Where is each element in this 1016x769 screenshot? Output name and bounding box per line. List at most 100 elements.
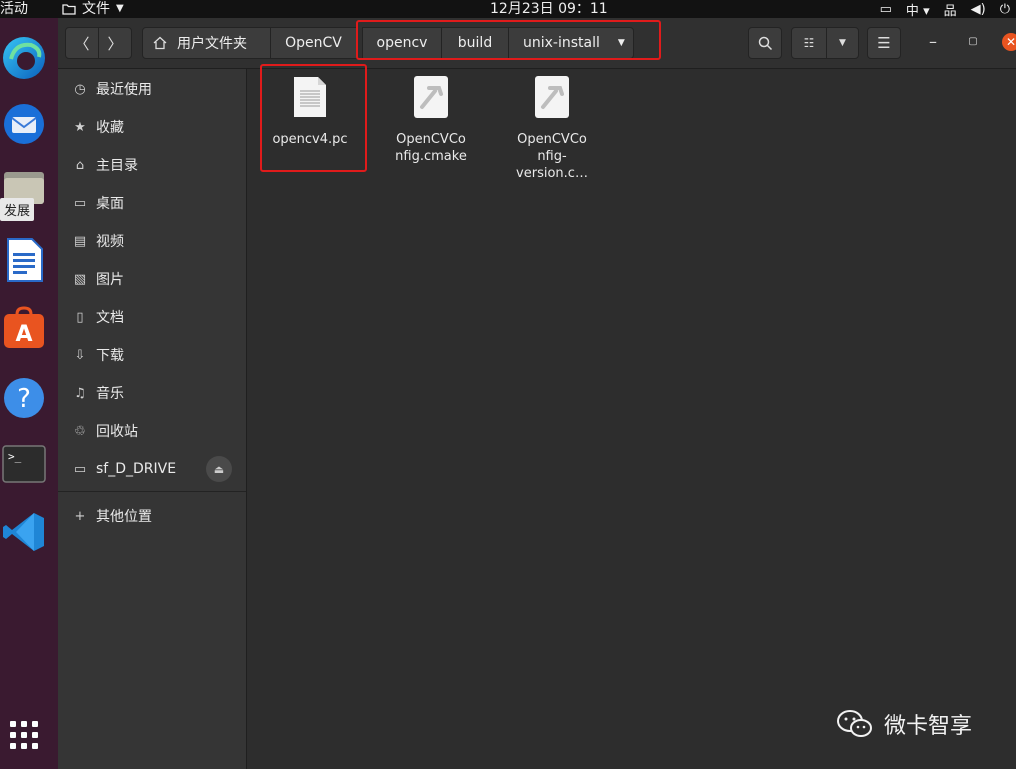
svg-text:?: ?: [17, 384, 31, 414]
breadcrumb-opencv-root[interactable]: OpenCV: [270, 27, 357, 59]
sidebar-item-label: sf_D_DRIVE: [96, 461, 177, 477]
picture-icon: ▧: [73, 271, 87, 287]
writer-icon[interactable]: [0, 236, 48, 284]
header-bar: 〈 〉 用户文件夹 OpenCV opencv build unix-insta…: [58, 18, 1016, 69]
search-button[interactable]: [748, 27, 782, 59]
cmake-file-icon: [414, 76, 448, 118]
top-panel: 活动 文件 ▼ 12月23日 09：11 ▭ 中 ▾ 品 ◀) ⏻: [0, 0, 1016, 19]
home-icon: [153, 36, 167, 50]
forward-button[interactable]: 〉: [98, 27, 132, 59]
download-icon: ⇩: [74, 347, 86, 363]
terminal-icon[interactable]: >_: [0, 440, 48, 488]
chevron-left-icon: 〈: [74, 34, 90, 53]
sidebar-item-drive[interactable]: ▭ sf_D_DRIVE ⏏: [58, 454, 246, 484]
power-icon[interactable]: ⏻: [1000, 2, 1010, 17]
home-icon: ⌂: [75, 157, 85, 173]
star-icon: ★: [74, 119, 86, 135]
system-tray: ▭ 中 ▾ 品 ◀) ⏻: [880, 0, 1010, 19]
sidebar-item-recent[interactable]: ◷ 最近使用: [58, 74, 246, 104]
clock-icon: ◷: [74, 81, 86, 97]
clock[interactable]: 12月23日 09：11: [490, 0, 608, 18]
file-item-opencvconfig-cmake[interactable]: OpenCVCo nfig.cmake: [381, 75, 481, 165]
sidebar-item-documents[interactable]: ▯ 文档: [58, 302, 246, 332]
dock-tooltip: 发展: [0, 198, 35, 221]
file-item-opencvconfig-version-cmake[interactable]: OpenCVCo nfig- version.c…: [502, 75, 602, 182]
list-view-icon: ☷: [803, 36, 815, 50]
maximize-icon: ▢: [968, 35, 978, 47]
sidebar-item-label: 下载: [96, 348, 124, 364]
minimize-button[interactable]: –: [926, 31, 940, 51]
sidebar-item-label: 桌面: [96, 196, 124, 212]
sidebar-item-trash[interactable]: ♲ 回收站: [58, 416, 246, 446]
svg-text:>_: >_: [8, 450, 22, 463]
trash-icon: ♲: [74, 423, 86, 439]
file-name: OpenCVCo nfig.cmake: [395, 132, 467, 164]
sidebar-item-label: 回收站: [96, 424, 138, 440]
sidebar-item-starred[interactable]: ★ 收藏: [58, 112, 246, 142]
file-view: opencv4.pc OpenCVCo nfig.cmake OpenCVCo …: [247, 64, 1016, 769]
sidebar-item-label: 主目录: [96, 158, 138, 174]
video-icon: ▤: [73, 233, 87, 249]
sidebar-item-home[interactable]: ⌂ 主目录: [58, 150, 246, 180]
thunderbird-icon[interactable]: [0, 100, 48, 148]
breadcrumb-home-label: 用户文件夹: [177, 36, 247, 52]
caret-down-icon: ▼: [839, 38, 846, 48]
eject-icon[interactable]: ⏏: [206, 456, 232, 482]
sidebar-divider: [58, 491, 246, 492]
sidebar-item-desktop[interactable]: ▭ 桌面: [58, 188, 246, 218]
show-apps-icon[interactable]: [0, 711, 48, 759]
sidebar-item-downloads[interactable]: ⇩ 下载: [58, 340, 246, 370]
sidebar-item-label: 文档: [96, 310, 124, 326]
folder-icon: [62, 4, 76, 15]
sidebar-item-label: 最近使用: [96, 82, 152, 98]
input-method[interactable]: 中 ▾: [906, 0, 930, 19]
app-menu-label: 文件: [82, 1, 110, 17]
chevron-right-icon: 〉: [107, 34, 123, 53]
volume-icon[interactable]: ◀): [971, 2, 986, 17]
sidebar: ◷ 最近使用 ★ 收藏 ⌂ 主目录 ▭ 桌面 ▤ 视频 ▧ 图片 ▯ 文档 ⇩ 下载 ♫ 音乐 ♲…: [58, 69, 247, 769]
sidebar-item-label: 收藏: [96, 120, 124, 136]
search-icon: [758, 36, 772, 50]
sidebar-item-videos[interactable]: ▤ 视频: [58, 226, 246, 256]
network-icon[interactable]: 品: [944, 0, 957, 19]
sidebar-item-pictures[interactable]: ▧ 图片: [58, 264, 246, 294]
keyboard-icon[interactable]: ▭: [880, 2, 892, 17]
edge-icon[interactable]: [0, 34, 48, 82]
caret-down-icon: ▼: [116, 3, 124, 14]
highlight-box-path: [356, 20, 661, 60]
dock: 发展 A ? >_: [0, 18, 58, 769]
svg-text:A: A: [15, 322, 32, 347]
watermark: 微卡智享: [836, 708, 972, 740]
view-options-button[interactable]: ▼: [826, 27, 859, 59]
file-name: OpenCVCo nfig- version.c…: [516, 132, 588, 181]
desktop-icon: ▭: [73, 195, 87, 211]
hamburger-icon: ☰: [877, 34, 891, 52]
wechat-icon: [837, 710, 872, 737]
close-icon: ✕: [1005, 35, 1016, 49]
drive-icon: ▭: [73, 461, 87, 477]
menu-button[interactable]: ☰: [867, 27, 901, 59]
sidebar-item-label: 图片: [96, 272, 124, 288]
help-icon[interactable]: ?: [0, 374, 48, 422]
vscode-icon[interactable]: [0, 508, 48, 556]
software-icon[interactable]: A: [0, 304, 48, 352]
music-icon: ♫: [74, 385, 86, 401]
back-button[interactable]: 〈: [65, 27, 99, 59]
watermark-text: 微卡智享: [884, 714, 973, 739]
activities-button[interactable]: 活动: [0, 0, 28, 18]
app-menu[interactable]: 文件 ▼: [62, 0, 124, 18]
close-button[interactable]: ✕: [1002, 33, 1016, 51]
minimize-icon: –: [929, 31, 937, 51]
plus-icon: +: [74, 508, 86, 524]
maximize-button[interactable]: ▢: [966, 34, 980, 48]
list-view-button[interactable]: ☷: [791, 27, 827, 59]
sidebar-item-other-locations[interactable]: + 其他位置: [58, 501, 246, 531]
sidebar-item-label: 音乐: [96, 386, 124, 402]
document-icon: ▯: [76, 309, 84, 325]
breadcrumb-home[interactable]: 用户文件夹: [142, 27, 271, 59]
highlight-box-file: [260, 64, 367, 172]
sidebar-item-label: 视频: [96, 234, 124, 250]
sidebar-item-music[interactable]: ♫ 音乐: [58, 378, 246, 408]
cmake-file-icon: [535, 76, 569, 118]
sidebar-item-label: 其他位置: [96, 509, 152, 525]
